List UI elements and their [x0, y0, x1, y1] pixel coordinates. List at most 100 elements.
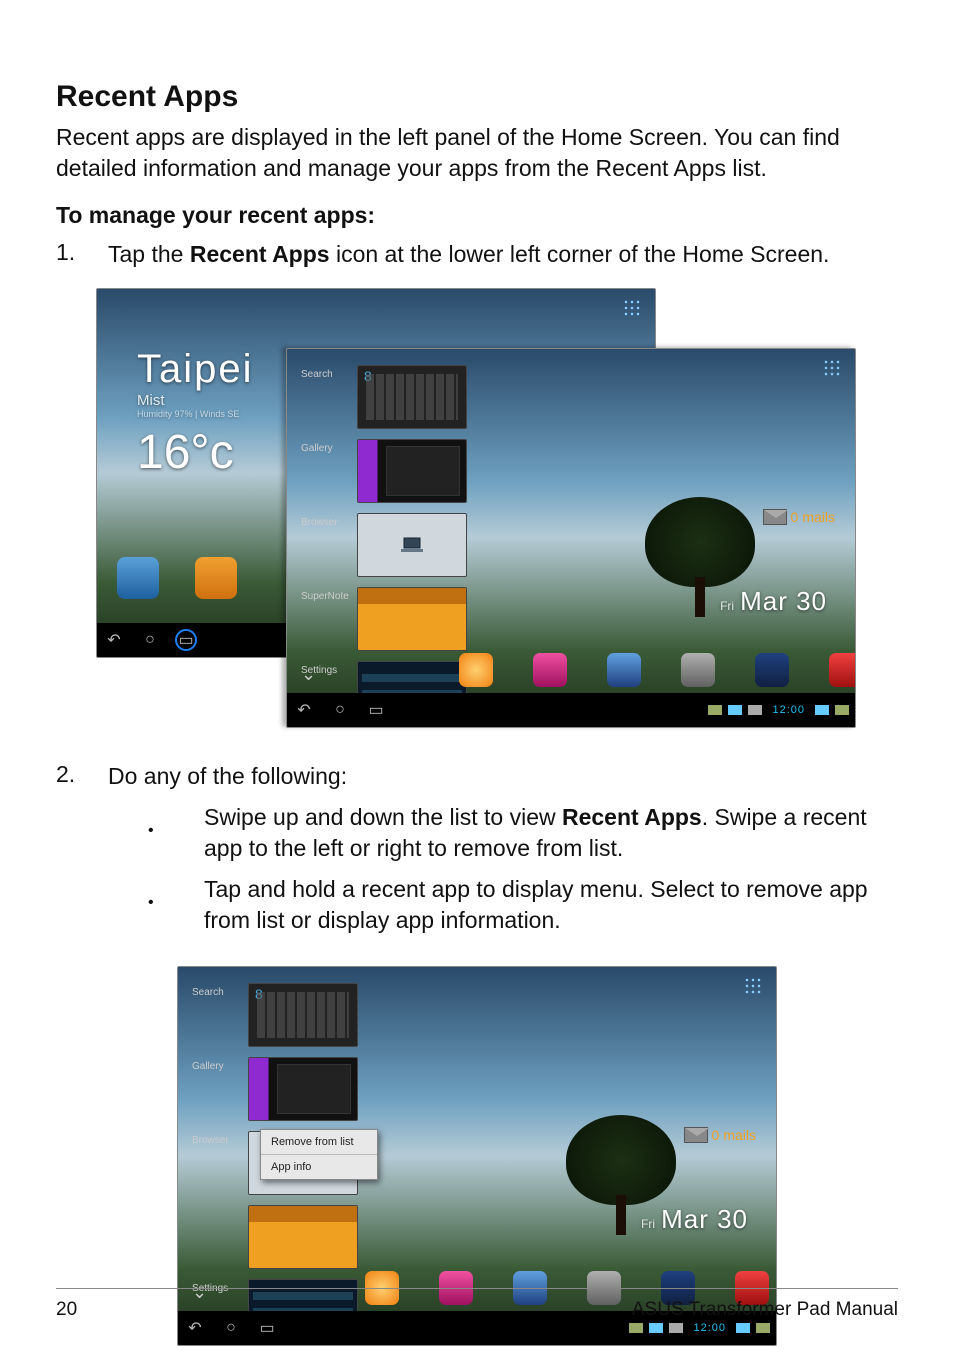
- recent-app-thumb[interactable]: [248, 983, 358, 1047]
- recent-app-label: Gallery: [192, 1057, 240, 1072]
- weather-city: Taipei: [137, 347, 254, 392]
- status-clock: 12:00: [772, 704, 805, 716]
- step-2-number: 2.: [56, 761, 80, 946]
- scroll-down-indicator: ⌄: [301, 664, 316, 685]
- page-number: 20: [56, 1299, 77, 1321]
- step-1-post: icon at the lower left corner of the Hom…: [330, 241, 830, 267]
- bullet-2-text: Tap and hold a recent app to display men…: [204, 874, 898, 936]
- recent-app-item[interactable]: SuperNote: [301, 587, 471, 651]
- recent-app-thumb[interactable]: [357, 513, 467, 577]
- recent-app-item[interactable]: [192, 1205, 362, 1269]
- dock-app[interactable]: [459, 653, 493, 687]
- home-app-row: [117, 557, 237, 599]
- date-day: Fri: [641, 1217, 655, 1231]
- recent-app-item[interactable]: Search: [192, 983, 362, 1047]
- recent-app-thumb[interactable]: [248, 1205, 358, 1269]
- dock-app[interactable]: [607, 653, 641, 687]
- section-title: Recent Apps: [56, 80, 898, 114]
- step-1-number: 1.: [56, 239, 80, 270]
- dock-app-icon: [459, 653, 493, 687]
- home-app-icon[interactable]: [117, 557, 159, 599]
- home-button[interactable]: ○: [139, 629, 161, 651]
- dock-app[interactable]: [681, 653, 715, 687]
- recent-app-thumb[interactable]: [357, 439, 467, 503]
- date-widget[interactable]: Fri Mar 30: [720, 586, 827, 617]
- date-value: Mar 30: [740, 586, 827, 617]
- date-day: Fri: [720, 599, 734, 613]
- mail-widget[interactable]: 0mails: [684, 1127, 756, 1143]
- wifi-icon: [736, 1323, 750, 1333]
- status-icon: [649, 1323, 663, 1333]
- manual-title: ASUS Transformer Pad Manual: [632, 1299, 898, 1321]
- status-icons: [629, 1323, 683, 1333]
- recent-app-label: SuperNote: [301, 587, 349, 602]
- status-icons: [815, 705, 849, 715]
- status-icon: [728, 705, 742, 715]
- back-button[interactable]: ↶: [293, 699, 315, 721]
- home-app-icon[interactable]: [195, 557, 237, 599]
- step-2: 2. Do any of the following: Swipe up and…: [56, 761, 898, 946]
- mail-widget[interactable]: 0mails: [763, 509, 835, 525]
- context-menu-app-info[interactable]: App info: [261, 1155, 377, 1179]
- dock-app[interactable]: [533, 653, 567, 687]
- mail-suffix: mails: [802, 509, 835, 525]
- status-icon: [629, 1323, 643, 1333]
- mail-suffix: mails: [723, 1127, 756, 1143]
- laptop-icon: [400, 537, 424, 553]
- apps-grid-icon[interactable]: [823, 359, 841, 377]
- recent-app-label: Search: [301, 365, 349, 380]
- home-button[interactable]: ○: [329, 699, 351, 721]
- status-icons: [736, 1323, 770, 1333]
- recent-app-thumb[interactable]: [357, 587, 467, 651]
- recent-app-context-menu: Remove from list App info: [260, 1129, 378, 1180]
- mail-count: 0: [791, 509, 799, 525]
- footer-rule: [56, 1288, 898, 1289]
- apps-grid-icon[interactable]: [623, 299, 641, 317]
- recent-apps-button[interactable]: ▭: [175, 629, 197, 651]
- dock-app[interactable]: [755, 653, 789, 687]
- back-button[interactable]: ↶: [103, 629, 125, 651]
- recent-app-item[interactable]: Gallery: [301, 439, 471, 503]
- dock-app[interactable]: [829, 653, 856, 687]
- mail-icon: [684, 1127, 708, 1143]
- status-icon: [748, 705, 762, 715]
- recent-app-item[interactable]: Browser: [301, 513, 471, 577]
- recent-app-thumb[interactable]: [357, 365, 467, 429]
- recent-apps-screen-context: 0mails Fri Mar 30 Search Gallery Browser: [177, 966, 777, 1346]
- date-value: Mar 30: [661, 1204, 748, 1235]
- bullet-1-pre: Swipe up and down the list to view: [204, 804, 562, 830]
- system-navbar: ↶ ○ ▭ 12:00: [287, 693, 855, 727]
- date-widget[interactable]: Fri Mar 30: [641, 1204, 748, 1235]
- dock-app-icon: [533, 653, 567, 687]
- battery-icon: [756, 1323, 770, 1333]
- weather-widget[interactable]: Taipei Mist Humidity 97% | Winds SE 16°c: [137, 347, 254, 480]
- battery-icon: [835, 705, 849, 715]
- recent-app-item[interactable]: Gallery: [192, 1057, 362, 1121]
- dock-app-icon: [755, 653, 789, 687]
- apps-grid-icon[interactable]: [744, 977, 762, 995]
- step-1-pre: Tap the: [108, 241, 190, 267]
- weather-condition: Mist: [137, 392, 254, 409]
- status-icon: [669, 1323, 683, 1333]
- mail-count: 0: [712, 1127, 720, 1143]
- recent-apps-screen: 0mails Fri Mar 30 Search Gallery Browser: [286, 348, 856, 728]
- dock-app-icon: [681, 653, 715, 687]
- section-intro: Recent apps are displayed in the left pa…: [56, 122, 898, 184]
- weather-sub: Humidity 97% | Winds SE: [137, 409, 254, 419]
- page-footer: 20 ASUS Transformer Pad Manual: [56, 1299, 898, 1321]
- bullet-icon: [148, 874, 156, 936]
- screenshot-group-1: Taipei Mist Humidity 97% | Winds SE 16°c…: [96, 288, 856, 733]
- dock-app-icon: [607, 653, 641, 687]
- step-2-text: Do any of the following:: [108, 763, 347, 789]
- context-menu-remove[interactable]: Remove from list: [261, 1130, 377, 1155]
- status-clock: 12:00: [693, 1322, 726, 1334]
- app-dock: [487, 653, 835, 687]
- dock-app-icon: [829, 653, 856, 687]
- recent-apps-button[interactable]: ▭: [365, 699, 387, 721]
- recent-app-label: Browser: [192, 1131, 240, 1146]
- wifi-icon: [815, 705, 829, 715]
- recent-app-item[interactable]: Search: [301, 365, 471, 429]
- recent-apps-panel[interactable]: Search Gallery Browser SuperNote: [301, 365, 471, 687]
- recent-app-thumb[interactable]: [248, 1057, 358, 1121]
- bullet-icon: [148, 802, 156, 864]
